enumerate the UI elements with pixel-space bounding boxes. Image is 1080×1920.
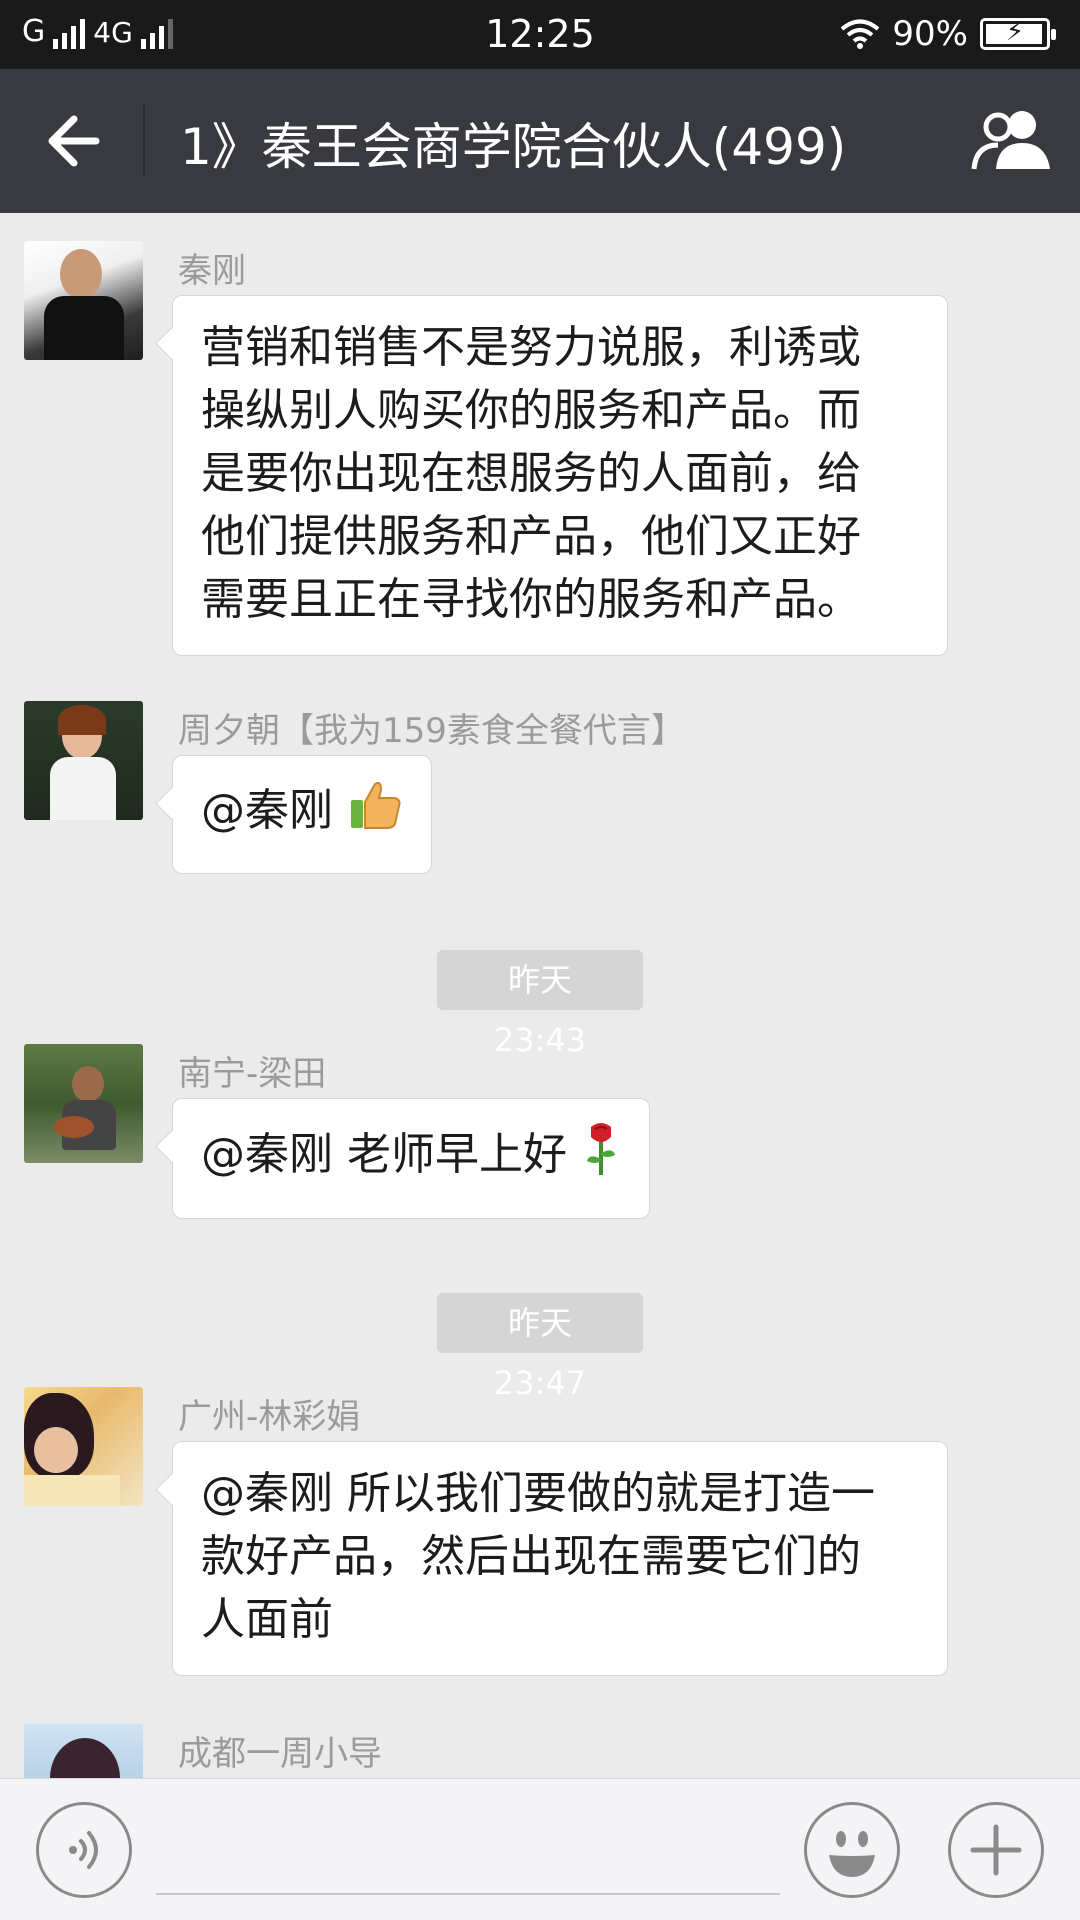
message-bubble[interactable]: @秦刚 老师早上好 xyxy=(172,1098,650,1219)
message-line: 需要且正在寻找你的服务和产品。 xyxy=(201,574,861,625)
back-button[interactable] xyxy=(30,105,114,177)
wifi-icon xyxy=(841,19,880,49)
message-line: @秦刚 所以我们要做的就是打造一 xyxy=(201,1468,875,1519)
message-bubble[interactable]: 营销和销售不是努力说服，利诱或 操纵别人购买你的服务和产品。而 是要你出现在想服… xyxy=(172,295,948,656)
sender-name: 成都一周小导 xyxy=(178,1734,382,1774)
message-input[interactable] xyxy=(156,1809,780,1895)
message-line: 操纵别人购买你的服务和产品。而 xyxy=(201,385,861,436)
chat-header: 1》秦王会商学院合伙人(499) xyxy=(0,69,1080,213)
sender-name: 广州-林彩娟 xyxy=(178,1397,361,1437)
group-members-icon xyxy=(971,111,1050,170)
voice-icon xyxy=(69,1831,98,1869)
message-bubble[interactable]: @秦刚 所以我们要做的就是打造一 款好产品，然后出现在需要它们的 人面前 xyxy=(172,1441,948,1676)
message-bubble[interactable]: @秦刚 xyxy=(172,755,432,874)
sender-name: 周夕朝【我为159素食全餐代言】 xyxy=(178,711,685,751)
more-button[interactable] xyxy=(948,1802,1044,1898)
thumbs-up-icon xyxy=(347,776,403,849)
chat-title: 1》秦王会商学院合伙人(499) xyxy=(180,118,847,176)
timestamp: 昨天 23:47 xyxy=(437,1293,643,1402)
avatar[interactable] xyxy=(24,1724,143,1778)
message-text: @秦刚 xyxy=(201,784,333,836)
message-line: 款好产品，然后出现在需要它们的 xyxy=(201,1531,861,1582)
arrow-left-icon xyxy=(48,115,100,167)
battery-percent: 90% xyxy=(892,14,968,54)
plus-icon xyxy=(970,1824,1022,1876)
header-divider xyxy=(143,105,145,177)
timestamp: 昨天 23:43 xyxy=(437,950,643,1059)
message-line: 他们提供服务和产品，他们又正好 xyxy=(201,511,861,562)
avatar[interactable] xyxy=(24,701,143,820)
status-bar: G 4G 12:25 90% ⚡ xyxy=(0,0,1080,69)
input-bar xyxy=(0,1778,1080,1920)
battery-icon: ⚡ xyxy=(980,17,1056,50)
rose-icon xyxy=(581,1119,621,1194)
message-line: 是要你出现在想服务的人面前，给 xyxy=(201,448,861,499)
chat-area[interactable]: 秦刚 营销和销售不是努力说服，利诱或 操纵别人购买你的服务和产品。而 是要你出现… xyxy=(0,213,1080,1778)
message-line: 人面前 xyxy=(201,1594,333,1645)
sender-name: 秦刚 xyxy=(178,251,246,291)
status-right: 90% ⚡ xyxy=(840,14,1056,54)
message-line: 营销和销售不是努力说服，利诱或 xyxy=(201,322,861,373)
message-text: @秦刚 老师早上好 xyxy=(201,1128,567,1180)
avatar[interactable] xyxy=(24,1387,143,1506)
smiley-icon xyxy=(829,1831,875,1877)
group-info-button[interactable] xyxy=(970,107,1054,175)
avatar[interactable] xyxy=(24,1044,143,1163)
avatar[interactable] xyxy=(24,241,143,360)
voice-button[interactable] xyxy=(36,1802,132,1898)
emoji-button[interactable] xyxy=(804,1802,900,1898)
sender-name: 南宁-梁田 xyxy=(178,1054,327,1094)
